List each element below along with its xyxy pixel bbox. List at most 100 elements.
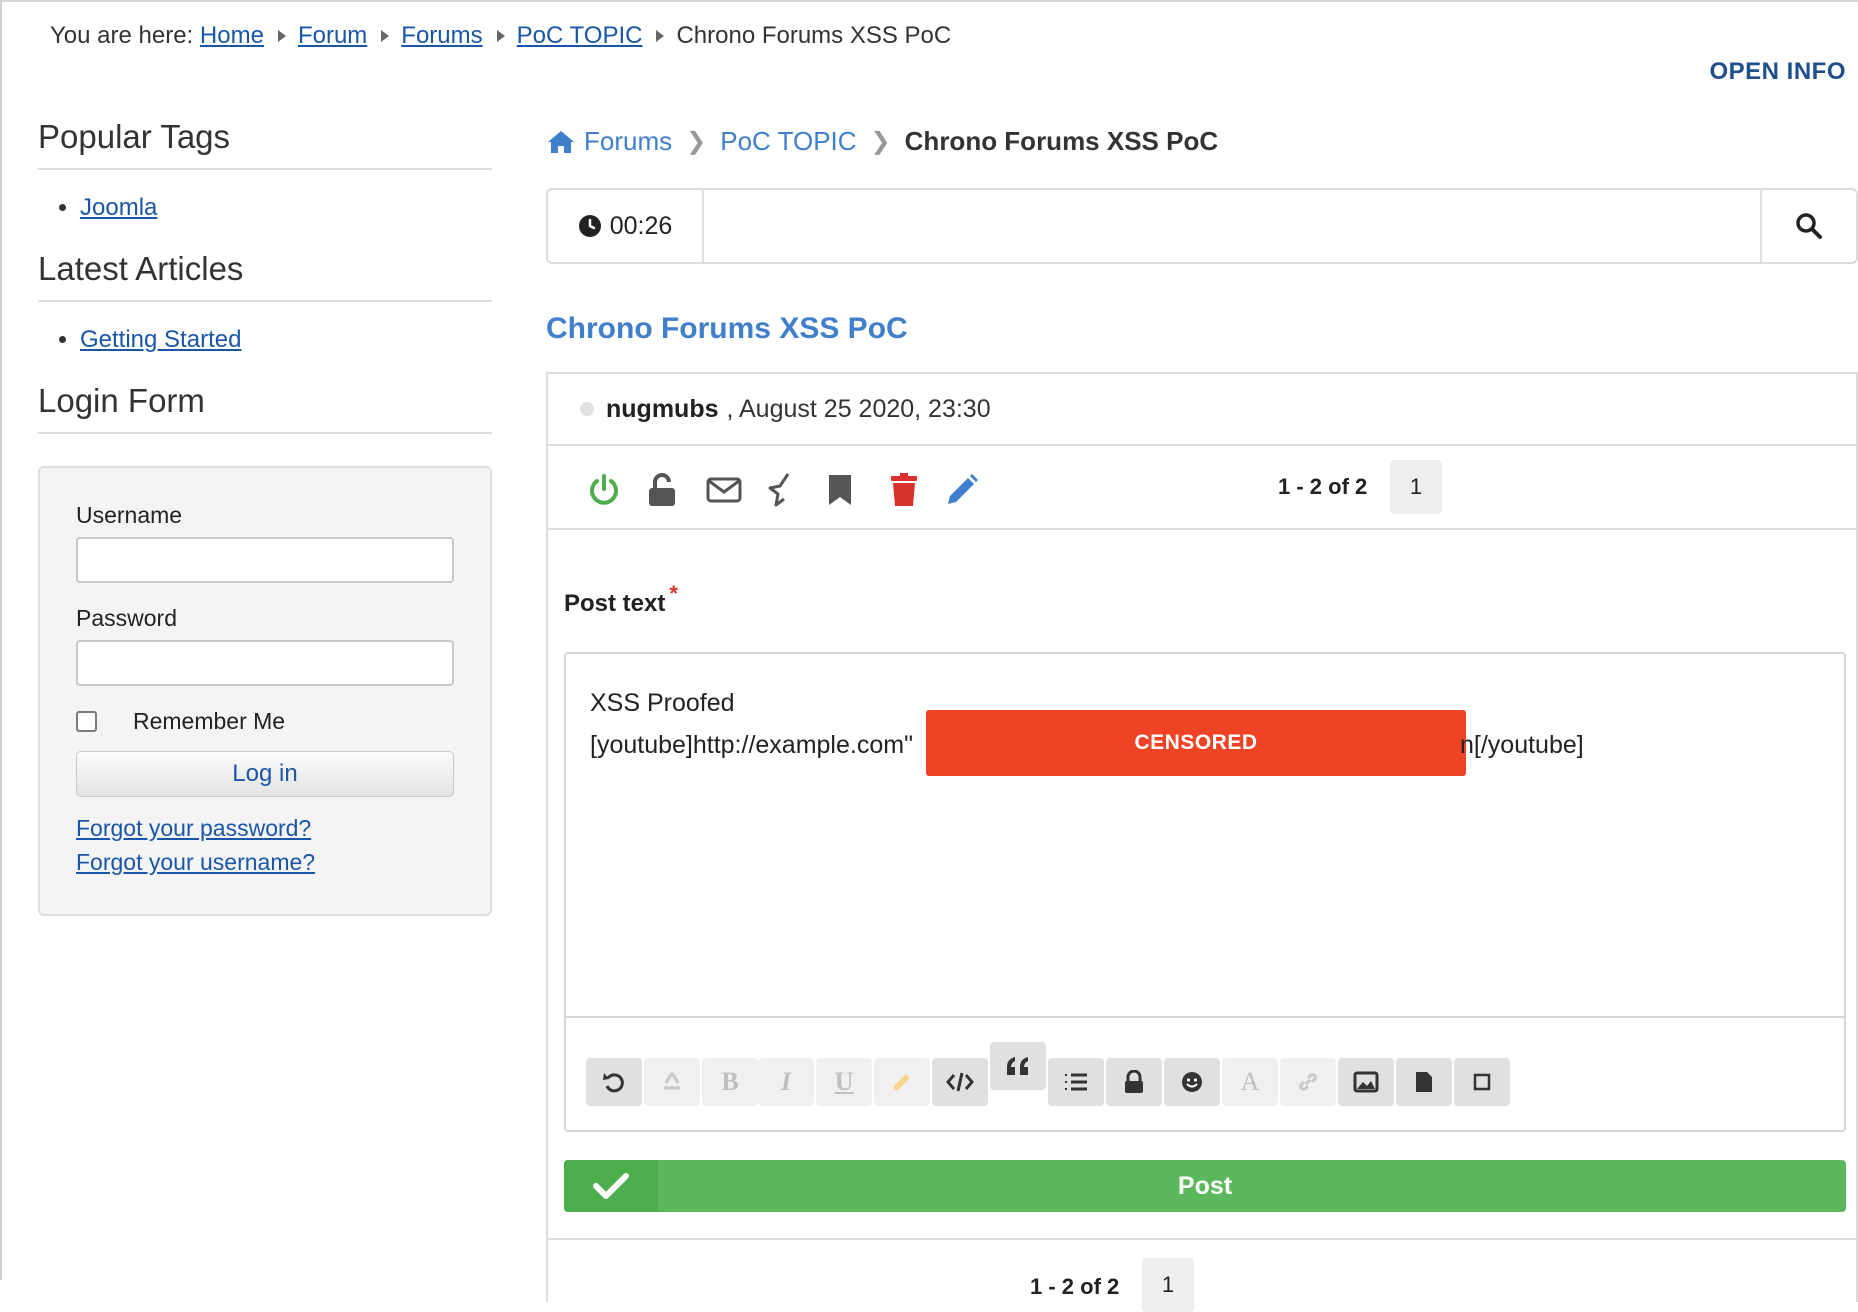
username-field[interactable] [76, 537, 454, 583]
unlock-button[interactable] [642, 470, 682, 510]
trash-icon [891, 473, 917, 506]
open-info-link[interactable]: OPEN INFO [1709, 58, 1846, 86]
bookmark-icon [829, 475, 851, 505]
username-label: Username [76, 502, 183, 528]
forum-crumb-current: Chrono Forums XSS PoC [904, 126, 1219, 156]
post-editor[interactable]: XSS Proofed [youtube]http://example.com"… [564, 652, 1846, 1132]
bold-icon: B [721, 1067, 739, 1096]
online-status-icon [580, 402, 594, 416]
search-input[interactable] [704, 190, 1760, 262]
link-button[interactable] [1280, 1058, 1336, 1106]
delete-button[interactable] [884, 470, 924, 510]
undo-icon [603, 1073, 624, 1093]
font-button[interactable]: A [1222, 1058, 1278, 1106]
power-button[interactable] [584, 470, 624, 510]
remember-me-label: Remember Me [133, 708, 286, 734]
code-button[interactable] [932, 1058, 988, 1106]
breadcrumb-forum-link[interactable]: Forum [298, 22, 367, 50]
smiley-icon [1182, 1072, 1202, 1092]
emoji-button[interactable] [1164, 1058, 1220, 1106]
search-icon [1796, 213, 1822, 239]
edit-button[interactable] [942, 470, 982, 510]
pager-summary: 1 - 2 of 2 [1278, 474, 1368, 499]
email-button[interactable] [704, 470, 744, 510]
post-text-label: Post text * [564, 581, 678, 618]
breadcrumb-separator-icon [381, 30, 390, 42]
login-form: Username Password Remember Me Log in For… [38, 466, 492, 916]
breadcrumb-home-link[interactable]: Home [200, 22, 264, 50]
post-button-label: Post [1177, 1171, 1233, 1200]
lock-button[interactable] [1106, 1058, 1162, 1106]
chevron-right-icon: ❯ [686, 128, 707, 155]
recycle-button[interactable] [644, 1058, 700, 1106]
remember-me-checkbox[interactable] [76, 711, 97, 732]
fullscreen-button[interactable] [1454, 1058, 1510, 1106]
post-date: , August 25 2020, 23:30 [726, 394, 991, 423]
file-icon [1416, 1072, 1432, 1092]
page-1-button[interactable]: 1 [1390, 460, 1442, 514]
remember-me-row: Remember Me [76, 708, 454, 735]
latest-articles-list: Getting Started [38, 326, 492, 354]
forum-crumb-forums-link[interactable]: Forums [584, 126, 672, 157]
envelope-icon [706, 477, 742, 503]
tag-joomla-link[interactable]: Joomla [80, 194, 157, 221]
breadcrumb-forums-link[interactable]: Forums [401, 22, 482, 50]
search-button[interactable] [1760, 190, 1856, 262]
underline-icon: U [834, 1067, 854, 1096]
sidebar: Popular Tags Joomla Latest Articles Gett… [38, 118, 492, 916]
forgot-username-link[interactable]: Forgot your username? [76, 845, 454, 879]
password-label: Password [76, 605, 177, 631]
breadcrumb-prefix: You are here: [50, 22, 194, 49]
chevron-right-icon: ❯ [870, 128, 891, 155]
forum-breadcrumb: Forums ❯ PoC TOPIC ❯ Chrono Forums XSS P… [546, 126, 1218, 157]
post-panel: nugmubs , August 25 2020, 23:30 1 - 2 of… [546, 372, 1858, 1312]
quote-icon [1007, 1057, 1028, 1075]
login-form-title: Login Form [38, 382, 492, 434]
list-button[interactable] [1048, 1058, 1104, 1106]
italic-icon: I [780, 1067, 792, 1096]
editor-content[interactable]: XSS Proofed [youtube]http://example.com" [590, 682, 913, 766]
undo-button[interactable] [586, 1058, 642, 1106]
bold-button[interactable]: B [702, 1058, 758, 1106]
power-icon [590, 474, 618, 505]
image-icon [1353, 1071, 1379, 1093]
top-border [0, 0, 1858, 2]
image-button[interactable] [1338, 1058, 1394, 1106]
forum-crumb-topic-link[interactable]: PoC TOPIC [720, 126, 856, 157]
editor-line-1: XSS Proofed [590, 689, 735, 717]
bookmark-button[interactable] [820, 470, 860, 510]
post-author[interactable]: nugmubs [606, 395, 719, 424]
censored-redaction: CENSORED [926, 710, 1466, 776]
code-icon [946, 1072, 974, 1092]
login-button[interactable]: Log in [76, 751, 454, 797]
search-bar: 00:26 [546, 188, 1858, 264]
underline-button[interactable]: U [816, 1058, 872, 1106]
lock-icon [1125, 1070, 1143, 1093]
quote-button[interactable] [990, 1042, 1046, 1090]
favorite-button[interactable] [760, 470, 800, 510]
highlight-button[interactable] [874, 1058, 930, 1106]
article-getting-started-link[interactable]: Getting Started [80, 326, 241, 353]
breadcrumb-poc-topic-link[interactable]: PoC TOPIC [517, 22, 643, 50]
footer-page-1-button[interactable]: 1 [1142, 1258, 1194, 1312]
popular-tags-list: Joomla [38, 194, 492, 222]
recycle-icon [664, 1072, 680, 1090]
password-field[interactable] [76, 640, 454, 686]
forgot-password-link[interactable]: Forgot your password? [76, 811, 454, 845]
home-icon[interactable] [546, 129, 576, 155]
italic-button[interactable]: I [758, 1058, 814, 1106]
list-item: Getting Started [80, 326, 492, 354]
topic-title[interactable]: Chrono Forums XSS PoC [546, 312, 908, 346]
post-header: nugmubs , August 25 2020, 23:30 [548, 374, 1856, 446]
footer-pager-summary: 1 - 2 of 2 [1030, 1274, 1120, 1299]
font-icon: A [1240, 1067, 1260, 1096]
post-text-label-text: Post text [564, 590, 666, 617]
file-button[interactable] [1396, 1058, 1452, 1106]
list-item: Joomla [80, 194, 492, 222]
divider [548, 1238, 1858, 1240]
post-button[interactable]: Post [564, 1160, 1846, 1212]
breadcrumb-separator-icon [277, 30, 286, 42]
timer: 00:26 [548, 190, 704, 262]
breadcrumb-current: Chrono Forums XSS PoC [676, 22, 952, 49]
checkmark-icon [564, 1160, 658, 1212]
